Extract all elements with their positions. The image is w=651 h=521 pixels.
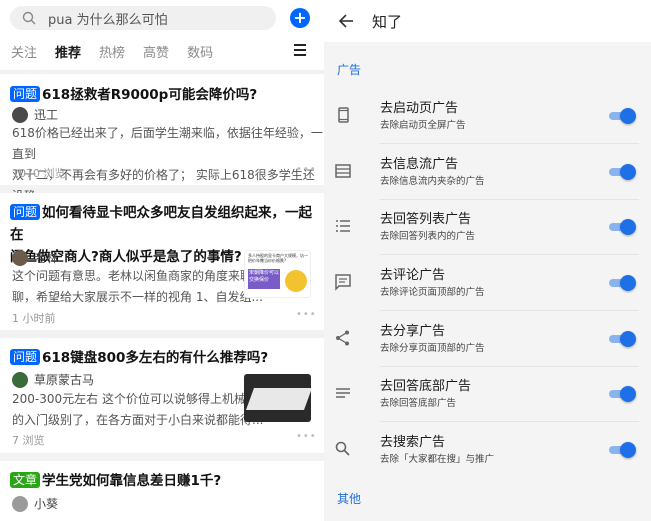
more-icon[interactable]: ••• xyxy=(296,164,317,175)
toggle-switch[interactable] xyxy=(609,386,636,402)
list-icon xyxy=(336,220,350,232)
setting-row-search-ad[interactable]: 去搜索广告 去除「大家都在搜」与推广 xyxy=(324,422,651,477)
setting-row-share-ad[interactable]: 去分享广告 去除分享页面顶部的广告 xyxy=(324,311,651,366)
card-excerpt[interactable]: 200-300元左右 这个价位可以说够得上机械键盘 的入门级别了，在各方面对于小… xyxy=(12,389,270,431)
card-thumbnail[interactable]: 多人持股的显卡商户大规模，坑一把价年撒当炒价格跌? 宋朝降价可以交换保价 xyxy=(244,250,311,298)
avatar xyxy=(12,106,28,123)
add-button[interactable]: + xyxy=(290,8,310,28)
tab-recommend[interactable]: 推荐 xyxy=(55,42,81,61)
toggle-switch[interactable] xyxy=(609,219,636,235)
tab-digital[interactable]: 数码 xyxy=(187,42,213,61)
feed-card[interactable]: 问题 如何看待显卡吧众多吧友自发组织起来，一起在 闲鱼做空商人?商人似乎是急了的事… xyxy=(0,193,324,330)
avatar xyxy=(12,495,28,512)
more-icon[interactable]: ••• xyxy=(296,309,317,320)
card-author[interactable]: 老林 xyxy=(12,249,58,266)
setting-desc: 去除「大家都在搜」与推广 xyxy=(380,454,495,465)
phone-icon xyxy=(338,107,349,123)
share-icon xyxy=(336,330,349,346)
section-header-other: 其他 xyxy=(337,492,362,506)
section-header-ads: 广告 xyxy=(337,63,362,77)
toggle-switch[interactable] xyxy=(609,164,636,180)
avatar xyxy=(12,249,28,266)
article-badge: 文章 xyxy=(10,472,41,488)
card-author[interactable]: 草原蒙古马 xyxy=(12,371,94,388)
setting-row-splash-ad[interactable]: 去启动页广告 去除启动页全屏广告 xyxy=(324,88,651,143)
tab-bar: 关注 推荐 热榜 高赞 数码 xyxy=(0,40,324,62)
page-title: 知了 xyxy=(372,13,403,31)
search-bar[interactable]: pua 为什么那么可怕 xyxy=(10,6,276,30)
more-icon[interactable]: ••• xyxy=(296,431,317,442)
card-title[interactable]: 问题 618拯救者R9000p可能会降价吗? xyxy=(10,84,316,106)
feed-card[interactable]: 文章 学生党如何靠信息差日赚1千? 小葵 xyxy=(0,461,324,521)
card-meta: 1070 浏览 xyxy=(12,167,66,180)
setting-desc: 去除信息流内夹杂的广告 xyxy=(380,176,485,187)
setting-row-answer-bottom-ad[interactable]: 去回答底部广告 去除回答底部广告 xyxy=(324,366,651,421)
zhiliao-settings-pane: 知了 广告 去启动页广告 去除启动页全屏广告 去信息流广告 去除信息流内夹杂的广… xyxy=(324,0,651,521)
top-bar: pua 为什么那么可怕 + 关注 推荐 热榜 高赞 数码 xyxy=(0,0,324,70)
toggle-switch[interactable] xyxy=(609,331,636,347)
card-title[interactable]: 问题 618键盘800多左右的有什么推荐吗? xyxy=(10,347,316,369)
card-excerpt[interactable]: 这个问题有意思。老林以闲鱼商家的角度来聊 聊，希望给大家展示不一样的视角 1、自… xyxy=(12,266,263,308)
question-badge: 问题 xyxy=(10,349,41,365)
keyboard-thumbnail[interactable] xyxy=(244,374,311,422)
cartoon-image xyxy=(285,270,307,292)
search-icon xyxy=(22,11,36,25)
question-badge: 问题 xyxy=(10,86,41,102)
setting-title: 去启动页广告 xyxy=(380,101,459,116)
tab-top-voted[interactable]: 高赞 xyxy=(143,42,169,61)
card-author[interactable]: 小葵 xyxy=(12,495,58,512)
card-meta: 7 浏览 xyxy=(12,434,45,447)
feed-icon xyxy=(335,164,351,178)
card-author[interactable]: 迅工 xyxy=(12,106,58,123)
tab-hot[interactable]: 热榜 xyxy=(99,42,125,61)
back-arrow-icon[interactable] xyxy=(338,13,354,29)
menu-icon[interactable] xyxy=(294,44,306,56)
toggle-switch[interactable] xyxy=(609,108,636,124)
feed-card[interactable]: 问题 618键盘800多左右的有什么推荐吗? 草原蒙古马 200-300元左右 这… xyxy=(0,338,324,453)
tab-follow[interactable]: 关注 xyxy=(11,42,37,61)
setting-row-feed-ad[interactable]: 去信息流广告 去除信息流内夹杂的广告 xyxy=(324,144,651,199)
app-bar: 知了 xyxy=(324,0,651,42)
feed-card[interactable]: 问题 618拯救者R9000p可能会降价吗? 迅工 618价格已经出来了，后面学生… xyxy=(0,74,324,203)
setting-desc: 去除评论页面顶部的广告 xyxy=(380,287,485,298)
setting-desc: 去除回答列表内的广告 xyxy=(380,231,476,242)
avatar xyxy=(12,371,28,388)
lines-icon xyxy=(336,388,350,398)
toggle-switch[interactable] xyxy=(609,442,636,458)
setting-title: 去信息流广告 xyxy=(380,157,459,172)
card-title[interactable]: 文章 学生党如何靠信息差日赚1千? xyxy=(10,470,316,492)
search-icon xyxy=(335,441,350,456)
setting-desc: 去除启动页全屏广告 xyxy=(380,120,466,131)
setting-title: 去回答列表广告 xyxy=(380,212,472,227)
search-placeholder: pua 为什么那么可怕 xyxy=(48,12,168,28)
setting-row-answer-list-ad[interactable]: 去回答列表广告 去除回答列表内的广告 xyxy=(324,199,651,254)
zhihu-feed-pane: pua 为什么那么可怕 + 关注 推荐 热榜 高赞 数码 问题 618拯救者R90… xyxy=(0,0,324,521)
question-badge: 问题 xyxy=(10,204,41,220)
setting-desc: 去除回答底部广告 xyxy=(380,398,457,409)
setting-title: 去分享广告 xyxy=(380,324,446,339)
comment-icon xyxy=(335,274,351,291)
setting-title: 去评论广告 xyxy=(380,268,446,283)
setting-title: 去搜索广告 xyxy=(380,435,446,450)
setting-desc: 去除分享页面顶部的广告 xyxy=(380,343,485,354)
setting-title: 去回答底部广告 xyxy=(380,379,472,394)
setting-row-comment-ad[interactable]: 去评论广告 去除评论页面顶部的广告 xyxy=(324,255,651,310)
card-meta: 1 小时前 xyxy=(12,312,56,325)
toggle-switch[interactable] xyxy=(609,275,636,291)
